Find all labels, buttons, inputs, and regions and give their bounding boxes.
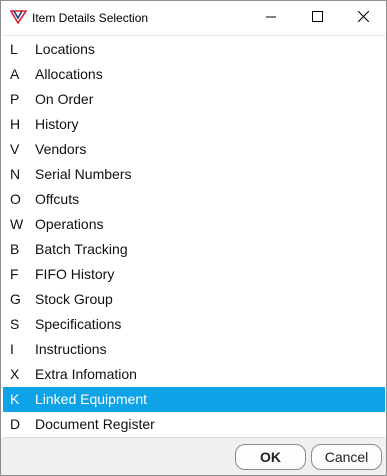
item-shortcut-key: P [10,91,20,107]
item-label: Operations [35,216,104,232]
list-item[interactable]: S Specifications [3,312,385,337]
list-item[interactable]: D Document Register [3,412,385,437]
item-shortcut-key: S [10,316,20,332]
item-shortcut-key: K [10,391,20,407]
ok-button[interactable]: OK [235,444,306,470]
list-item[interactable]: N Serial Numbers [3,162,385,187]
list-item[interactable]: G Stock Group [3,287,385,312]
list-item[interactable]: A Allocations [3,62,385,87]
item-shortcut-key: W [10,216,24,232]
item-label: Allocations [35,66,103,82]
item-label: Linked Equipment [35,391,148,407]
item-list[interactable]: L Locations A Allocations P On Order H History V… [3,35,385,438]
item-label: Specifications [35,316,122,332]
maximize-icon [311,9,323,27]
list-item[interactable]: V Vendors [3,137,385,162]
close-button[interactable] [340,1,386,35]
list-item[interactable]: O Offcuts [3,187,385,212]
item-shortcut-key: N [10,166,21,182]
item-shortcut-key: D [10,416,21,432]
app-logo-icon [9,10,28,25]
item-shortcut-key: I [10,341,14,357]
dialog-window: Item Details Selection L Locations A All… [0,0,387,476]
item-shortcut-key: F [10,266,19,282]
minimize-button[interactable] [248,1,294,35]
item-label: Stock Group [35,291,113,307]
item-label: Instructions [35,341,107,357]
list-item[interactable]: F FIFO History [3,262,385,287]
button-bar: OK Cancel [1,438,386,475]
list-item[interactable]: X Extra Infomation [3,362,385,387]
item-shortcut-key: V [10,141,20,157]
item-label: FIFO History [35,266,115,282]
minimize-icon [266,9,276,27]
item-label: Offcuts [35,191,80,207]
item-label: Extra Infomation [35,366,137,382]
title-bar[interactable]: Item Details Selection [1,1,386,35]
item-label: Document Register [35,416,155,432]
item-shortcut-key: A [10,66,20,82]
list-item[interactable]: B Batch Tracking [3,237,385,262]
item-shortcut-key: H [10,116,21,132]
cancel-button[interactable]: Cancel [311,444,382,470]
item-label: Vendors [35,141,87,157]
list-item[interactable]: H History [3,112,385,137]
list-item[interactable]: P On Order [3,87,385,112]
item-shortcut-key: O [10,191,21,207]
item-label: Locations [35,41,95,57]
item-label: History [35,116,79,132]
list-item[interactable]: I Instructions [3,337,385,362]
window-title: Item Details Selection [32,11,149,25]
list-item-selected[interactable]: K Linked Equipment [3,387,385,412]
list-item[interactable]: W Operations [3,212,385,237]
list-item[interactable]: L Locations [3,37,385,62]
maximize-button[interactable] [294,1,340,35]
item-label: Batch Tracking [35,241,128,257]
item-shortcut-key: B [10,241,20,257]
close-icon [357,9,369,27]
item-shortcut-key: X [10,366,20,382]
item-shortcut-key: G [10,291,21,307]
item-label: On Order [35,91,94,107]
item-shortcut-key: L [10,41,18,57]
item-label: Serial Numbers [35,166,132,182]
